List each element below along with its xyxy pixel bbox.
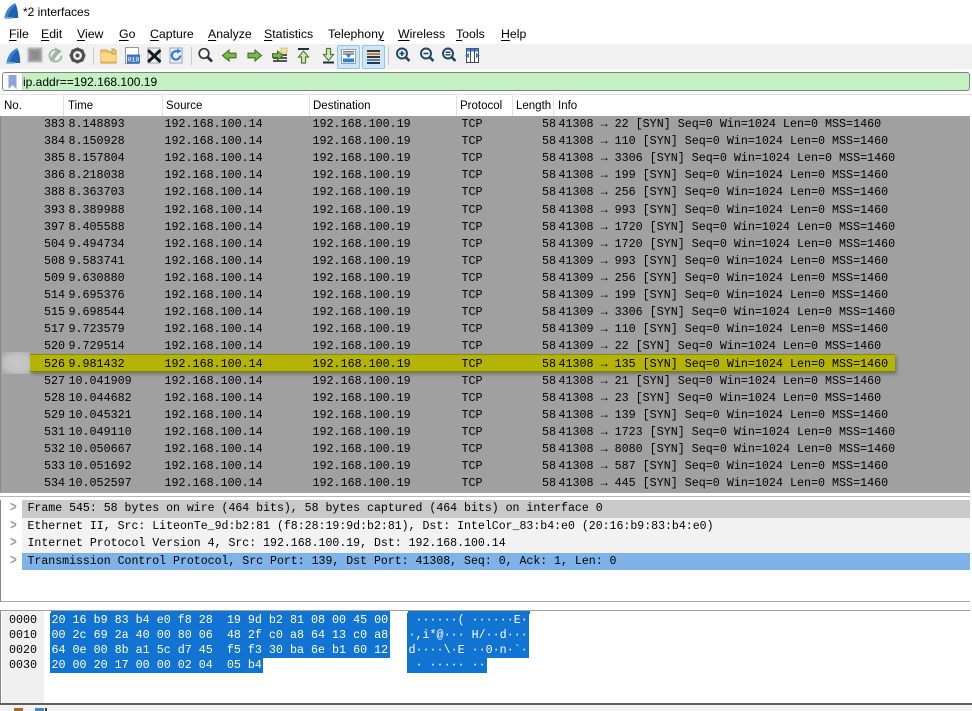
svg-text:010: 010 xyxy=(128,57,140,64)
